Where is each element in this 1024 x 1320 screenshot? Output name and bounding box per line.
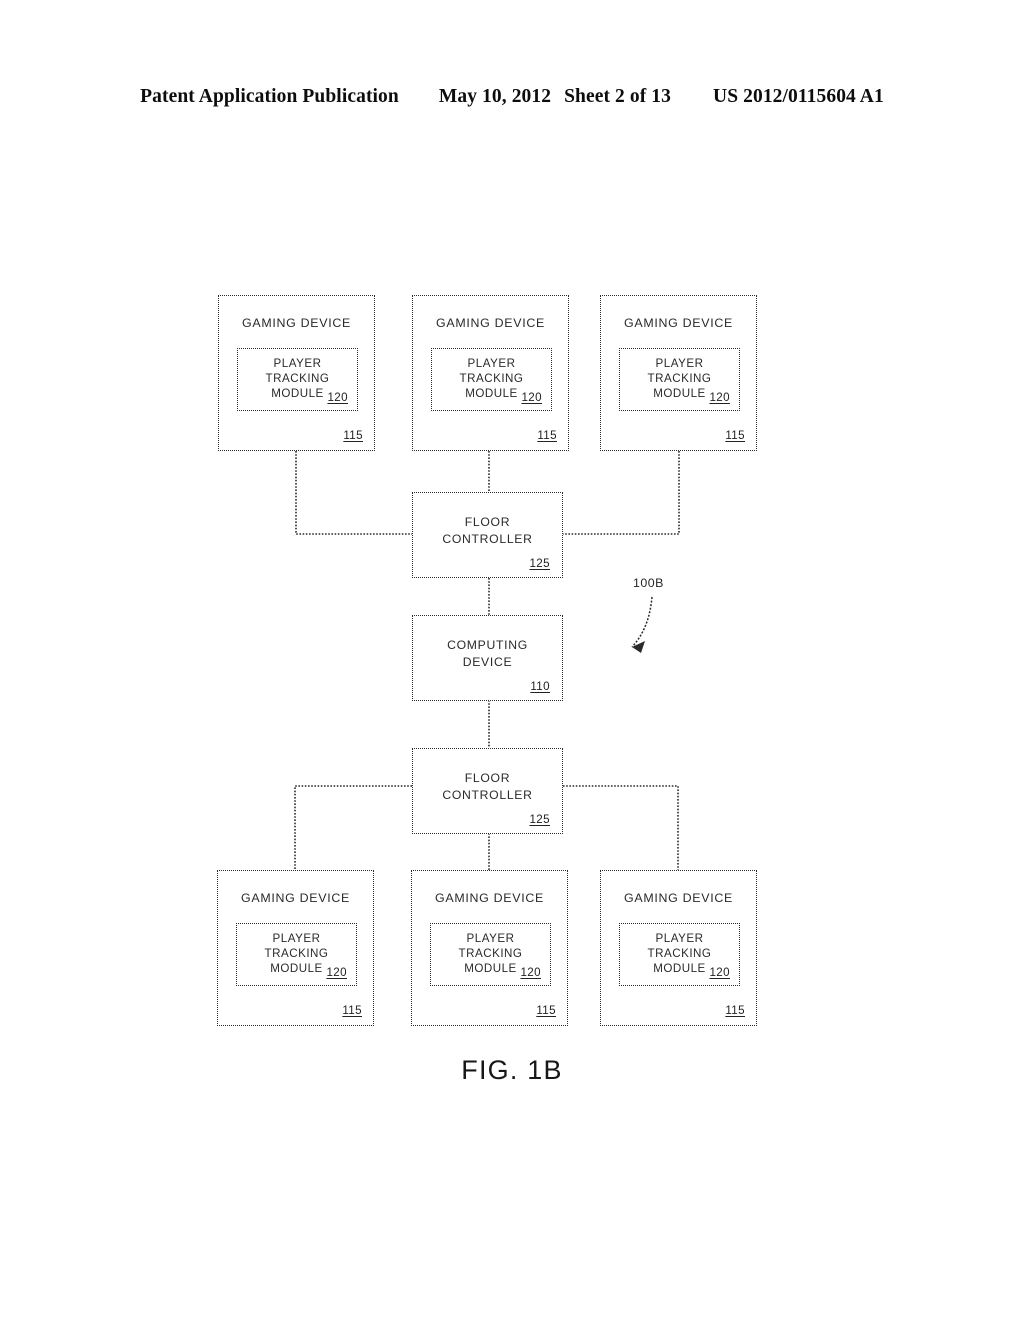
wire-bottom-floor-controller-to-gd4 [294,785,412,870]
gaming-device-title: GAMING DEVICE [624,316,733,330]
system-reference-numeral-100b: 100B [633,576,664,590]
wire-gd1-to-top-floor-controller [295,451,412,535]
reference-numeral-115: 115 [725,1004,745,1017]
player-tracking-module: PLAYER TRACKING MODULE 120 [619,923,740,986]
ptm-line-2: TRACKING [265,372,330,385]
ptm-line-1: PLAYER [272,932,321,945]
reference-numeral-115: 115 [536,1004,556,1017]
gaming-device-top-center: GAMING DEVICE PLAYER TRACKING MODULE 120… [412,295,569,451]
floor-controller-line-1: FLOOR [464,771,511,785]
computing-device-line-1: COMPUTING [447,638,528,652]
player-tracking-module: PLAYER TRACKING MODULE 120 [430,923,551,986]
ptm-line-1: PLAYER [466,932,515,945]
gaming-device-bottom-left: GAMING DEVICE PLAYER TRACKING MODULE 120… [217,870,374,1026]
reference-numeral-110: 110 [530,680,550,693]
player-tracking-module: PLAYER TRACKING MODULE 120 [236,923,357,986]
gaming-device-title: GAMING DEVICE [624,891,733,905]
floor-controller-top: FLOOR CONTROLLER 125 [412,492,563,578]
floor-controller-label: FLOOR CONTROLLER [413,514,562,548]
reference-numeral-115: 115 [537,429,557,442]
wire-gd3-to-top-floor-controller [563,451,680,535]
floor-controller-line-1: FLOOR [464,515,511,529]
reference-numeral-125: 125 [529,813,550,826]
gaming-device-title: GAMING DEVICE [435,891,544,905]
computing-device-line-2: DEVICE [462,655,513,669]
figure-1b-diagram: GAMING DEVICE PLAYER TRACKING MODULE 120… [0,0,1024,1320]
ptm-line-1: PLAYER [655,932,704,945]
reference-numeral-120: 120 [327,391,348,404]
reference-numeral-120: 120 [709,391,730,404]
reference-numeral-115: 115 [725,429,745,442]
floor-controller-bottom: FLOOR CONTROLLER 125 [412,748,563,834]
player-tracking-module: PLAYER TRACKING MODULE 120 [431,348,552,411]
gaming-device-bottom-center: GAMING DEVICE PLAYER TRACKING MODULE 120… [411,870,568,1026]
floor-controller-line-2: CONTROLLER [442,788,533,802]
gaming-device-title: GAMING DEVICE [241,891,350,905]
player-tracking-module: PLAYER TRACKING MODULE 120 [619,348,740,411]
gaming-device-top-right: GAMING DEVICE PLAYER TRACKING MODULE 120… [600,295,757,451]
gaming-device-title: GAMING DEVICE [436,316,545,330]
wire-bottom-floor-controller-to-gd6 [563,785,679,870]
ptm-line-2: TRACKING [647,947,712,960]
ptm-line-1: PLAYER [273,357,322,370]
ptm-line-2: TRACKING [264,947,329,960]
reference-numeral-120: 120 [709,966,730,979]
reference-numeral-120: 120 [520,966,541,979]
reference-numeral-115: 115 [343,429,363,442]
reference-numeral-125: 125 [529,557,550,570]
ptm-line-2: TRACKING [647,372,712,385]
gaming-device-bottom-right: GAMING DEVICE PLAYER TRACKING MODULE 120… [600,870,757,1026]
reference-numeral-120: 120 [521,391,542,404]
computing-device-label: COMPUTING DEVICE [413,637,562,671]
ptm-line-2: TRACKING [458,947,523,960]
floor-controller-line-2: CONTROLLER [442,532,533,546]
player-tracking-module: PLAYER TRACKING MODULE 120 [237,348,358,411]
reference-numeral-120: 120 [326,966,347,979]
computing-device: COMPUTING DEVICE 110 [412,615,563,701]
ptm-line-1: PLAYER [655,357,704,370]
floor-controller-label: FLOOR CONTROLLER [413,770,562,804]
gaming-device-top-left: GAMING DEVICE PLAYER TRACKING MODULE 120… [218,295,375,451]
figure-caption: FIG. 1B [461,1055,563,1085]
ptm-line-1: PLAYER [467,357,516,370]
gaming-device-title: GAMING DEVICE [242,316,351,330]
reference-numeral-115: 115 [342,1004,362,1017]
callout-arrowhead [632,641,645,653]
callout-leader-line [631,596,653,648]
ptm-line-2: TRACKING [459,372,524,385]
